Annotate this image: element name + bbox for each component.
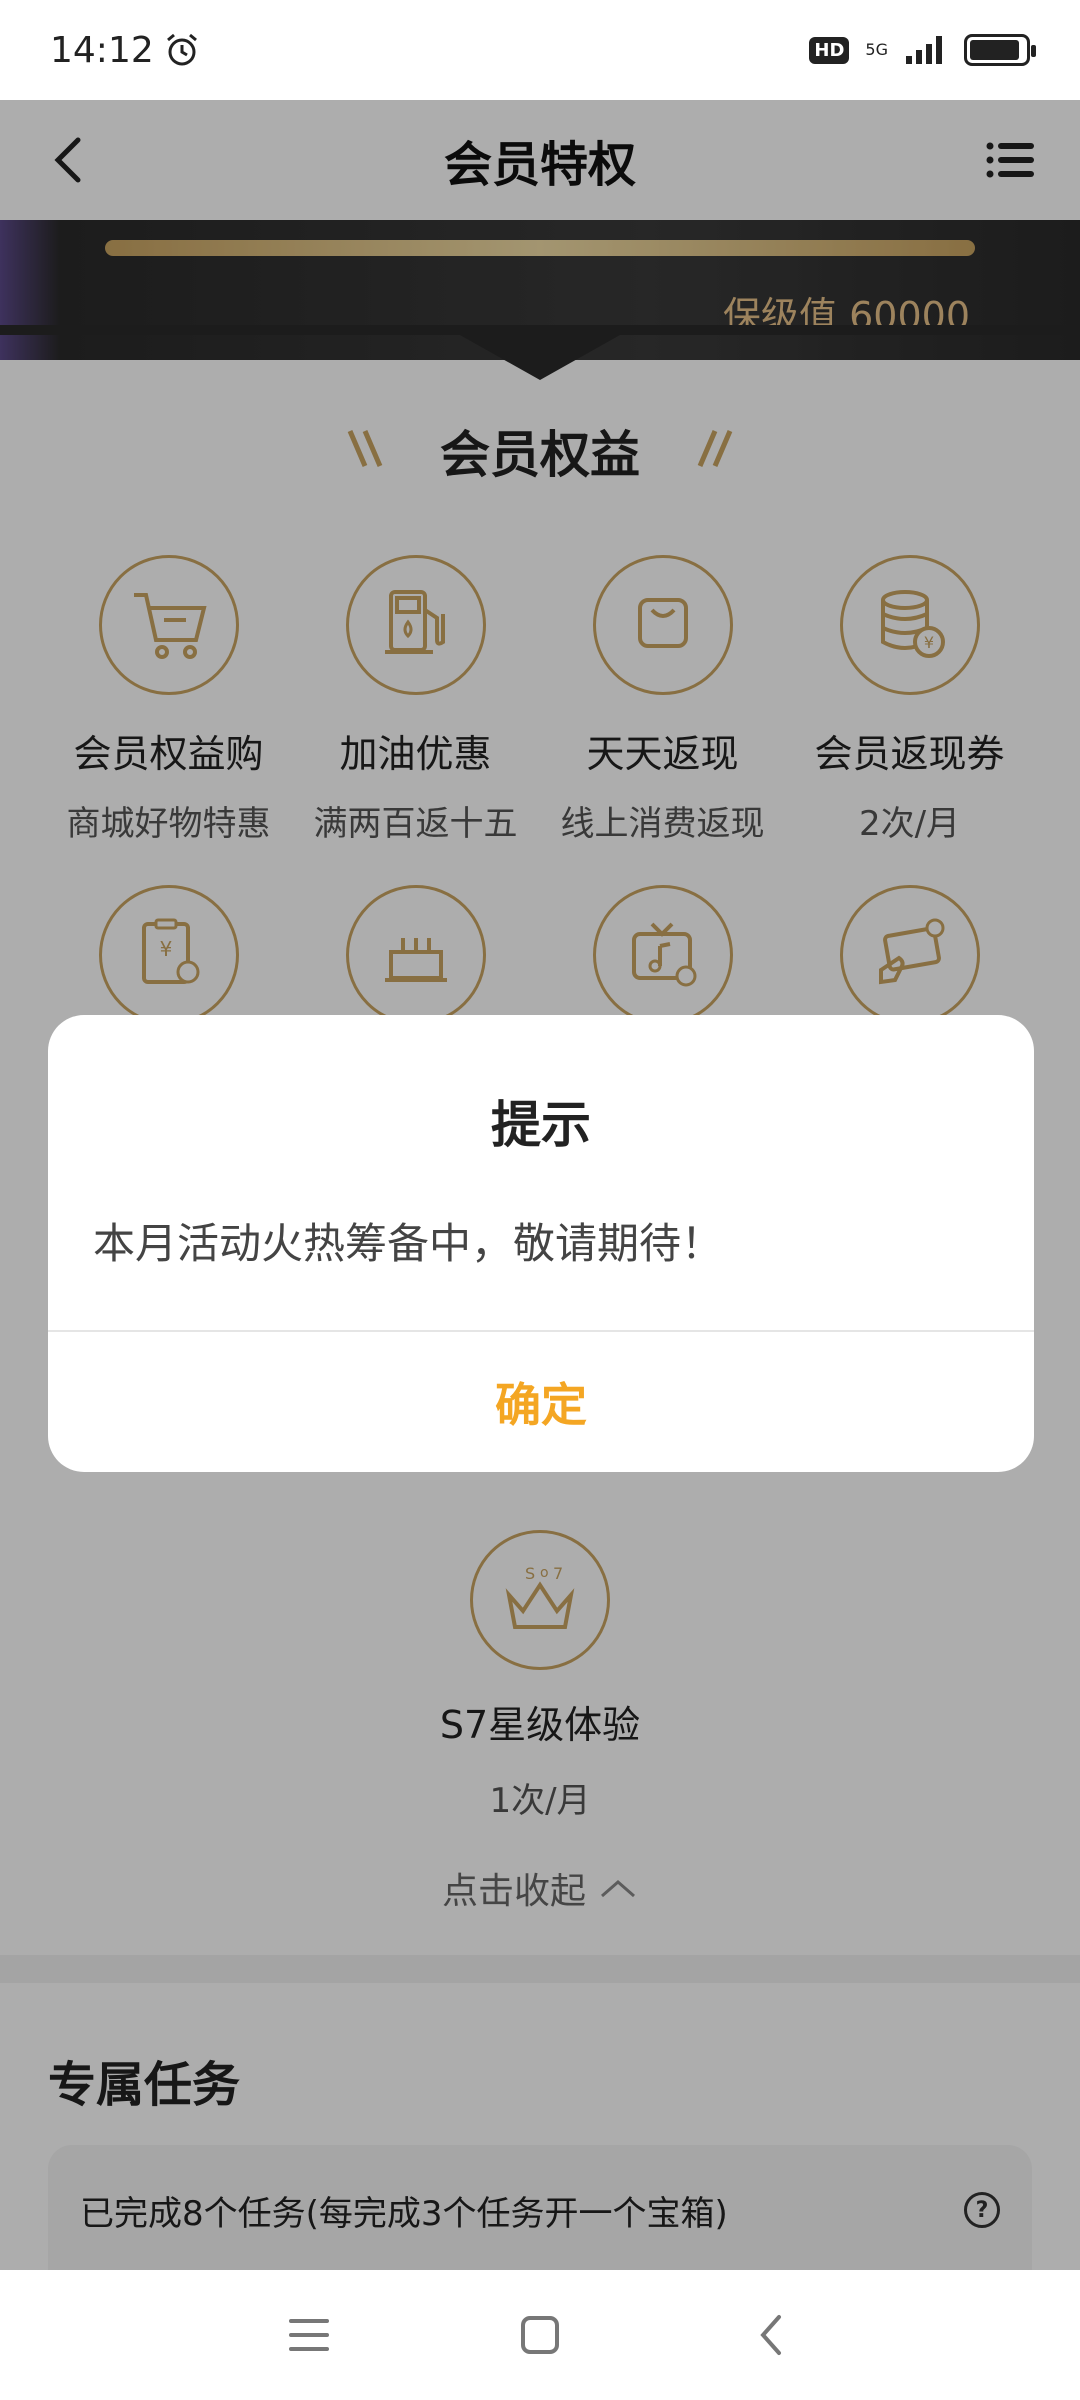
alert-dialog: 提示 本月活动火热筹备中，敬请期待！ 确定	[48, 1015, 1034, 1472]
square-home-icon	[521, 2316, 559, 2354]
battery-icon	[964, 34, 1036, 66]
back-chevron-icon	[760, 2315, 781, 2355]
clock-time: 14:12	[50, 29, 154, 71]
status-right: HD 5G	[809, 34, 1036, 66]
dialog-title: 提示	[491, 1096, 591, 1154]
system-nav-bar	[0, 2270, 1080, 2400]
alarm-icon	[166, 33, 197, 66]
home-nav-button[interactable]	[512, 2307, 568, 2363]
network-type: 5G	[865, 40, 888, 59]
status-bar: 14:12 HD 5G	[0, 0, 1080, 100]
confirm-button[interactable]: 确定	[48, 1332, 1034, 1472]
back-nav-button[interactable]	[743, 2307, 799, 2363]
hamburger-icon	[289, 2319, 329, 2351]
signal-icon	[906, 36, 942, 64]
hd-badge: HD	[809, 36, 850, 64]
dialog-message: 本月活动火热筹备中，敬请期待！	[93, 1219, 724, 1268]
status-left: 14:12	[50, 30, 200, 71]
menu-nav-button[interactable]	[281, 2307, 337, 2363]
